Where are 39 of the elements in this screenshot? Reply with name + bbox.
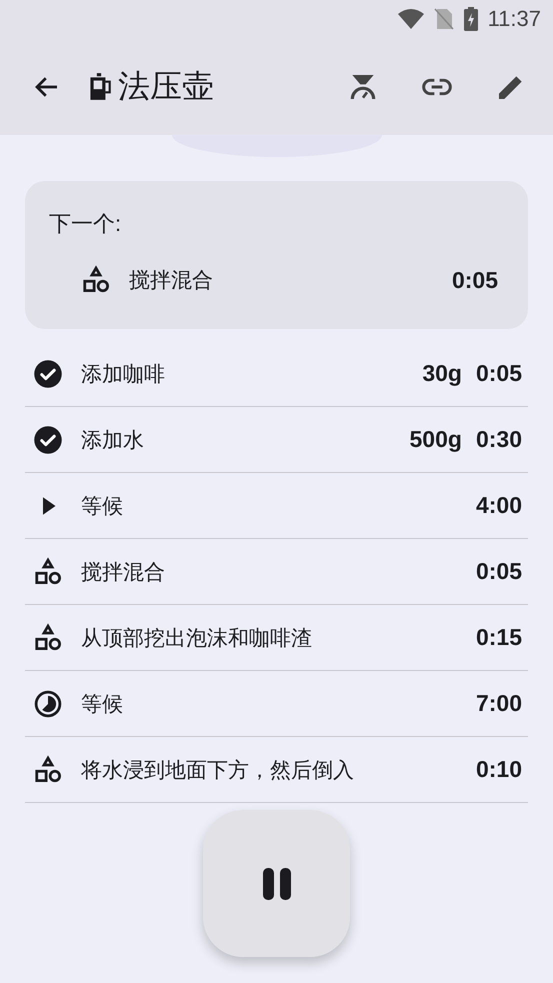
- shapes-icon: [33, 754, 63, 784]
- status-time: 11:37: [488, 6, 541, 32]
- step-name: 从顶部挖出泡沫和咖啡渣: [81, 626, 313, 652]
- step-name: 将水浸到地面下方，然后倒入: [81, 758, 355, 784]
- shapes-icon: [81, 265, 111, 295]
- step-row[interactable]: 从顶部挖出泡沫和咖啡渣 0:15: [25, 605, 528, 671]
- step-name: 搅拌混合: [81, 560, 166, 586]
- shapes-icon: [33, 556, 63, 586]
- next-heading: 下一个:: [49, 210, 122, 238]
- step-name: 等候: [81, 692, 124, 718]
- step-amount: 30g: [422, 360, 462, 387]
- step-row[interactable]: 添加水 500g 0:30: [25, 407, 528, 473]
- step-row[interactable]: 搅拌混合 0:05: [25, 539, 528, 605]
- step-time: 0:15: [476, 624, 522, 651]
- no-sim-icon: [434, 8, 454, 30]
- battery-icon: [464, 7, 478, 31]
- step-row[interactable]: 等候 4:00: [25, 473, 528, 539]
- shapes-icon: [33, 622, 63, 652]
- recipe-title: 法压壶: [118, 66, 215, 106]
- step-row[interactable]: 将水浸到地面下方，然后倒入 0:10: [25, 737, 528, 803]
- step-time: 0:05: [476, 360, 522, 387]
- timer-icon: [33, 688, 63, 718]
- check-circle-icon: [33, 424, 63, 454]
- step-time: 0:10: [476, 756, 522, 783]
- step-amount: 500g: [410, 426, 462, 453]
- step-row[interactable]: 等候 7:00: [25, 671, 528, 737]
- step-time: 0:30: [476, 426, 522, 453]
- step-name: 搅拌混合: [129, 268, 214, 294]
- step-time: 7:00: [476, 690, 522, 717]
- step-name: 添加水: [81, 428, 145, 454]
- step-name: 等候: [81, 494, 124, 520]
- step-time: 4:00: [476, 492, 522, 519]
- step-time: 0:05: [476, 558, 522, 585]
- wifi-icon: [398, 8, 424, 30]
- step-name: 添加咖啡: [81, 362, 166, 388]
- step-row[interactable]: 添加咖啡 30g 0:05: [25, 341, 528, 407]
- step-time: 0:05: [452, 266, 498, 294]
- check-circle-icon: [33, 358, 63, 388]
- pause-button[interactable]: [203, 810, 350, 957]
